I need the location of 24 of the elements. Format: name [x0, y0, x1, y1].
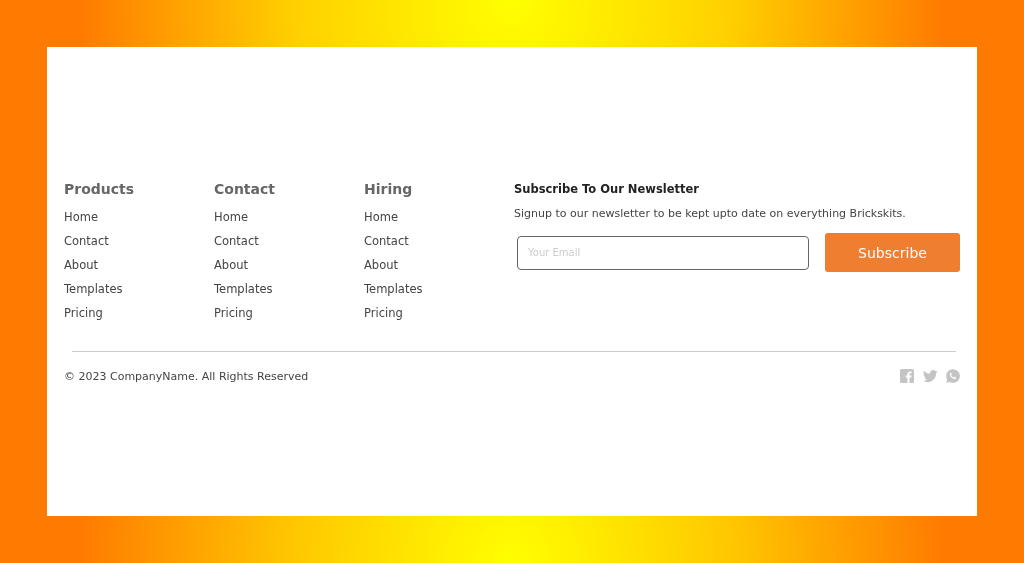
facebook-icon[interactable]	[899, 368, 915, 384]
column-heading: Hiring	[364, 181, 413, 197]
footer-link[interactable]: Home	[64, 205, 98, 229]
footer-link[interactable]: Templates	[214, 277, 273, 301]
footer-link[interactable]: Pricing	[64, 301, 103, 325]
footer-link[interactable]: Home	[364, 205, 398, 229]
footer-link[interactable]: Pricing	[364, 301, 403, 325]
footer-link[interactable]: Templates	[64, 277, 123, 301]
column-heading: Contact	[214, 181, 275, 197]
newsletter-title: Subscribe To Our Newsletter	[514, 182, 700, 196]
column-heading: Products	[64, 181, 135, 197]
footer-link[interactable]: Pricing	[214, 301, 253, 325]
twitter-icon[interactable]	[922, 368, 938, 384]
footer-link[interactable]: About	[64, 253, 98, 277]
footer-link[interactable]: Templates	[364, 277, 423, 301]
footer-link[interactable]: Contact	[214, 229, 259, 253]
footer-link[interactable]: About	[214, 253, 248, 277]
footer-link[interactable]: Contact	[64, 229, 109, 253]
footer-link[interactable]: Contact	[364, 229, 409, 253]
copyright-text: © 2023 CompanyName. All Rights Reserved	[64, 369, 309, 383]
footer-link[interactable]: Home	[214, 205, 248, 229]
whatsapp-icon[interactable]	[945, 368, 961, 384]
newsletter-description: Signup to our newsletter to be kept upto date on everything Brickskits.	[514, 207, 907, 220]
footer-link[interactable]: About	[364, 253, 398, 277]
